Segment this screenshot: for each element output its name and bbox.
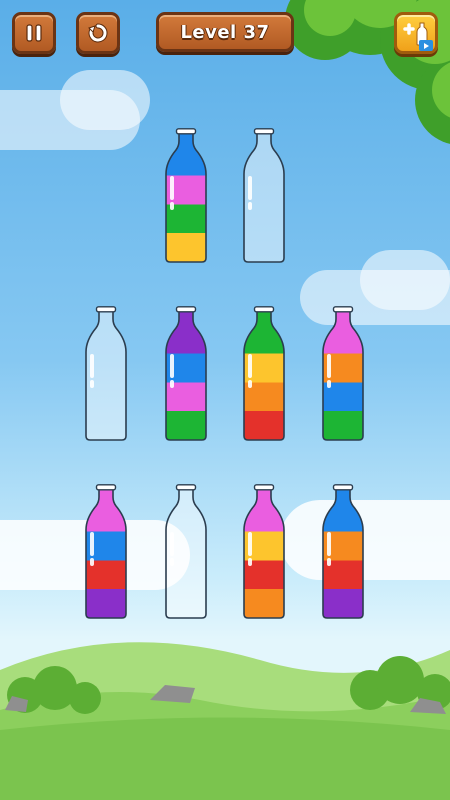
- liquid-layer-purple: [323, 588, 363, 618]
- liquid-layer-pink: [323, 308, 363, 354]
- liquid-layer-pink: [244, 486, 284, 532]
- liquid-layer-red: [244, 410, 284, 440]
- bottle-10[interactable]: [321, 484, 365, 620]
- liquid-layer-purple: [86, 588, 126, 618]
- liquid-layer-blue: [166, 130, 206, 176]
- bottle-6[interactable]: [321, 306, 365, 442]
- bottle-5[interactable]: [242, 306, 286, 442]
- bottle-1[interactable]: [164, 128, 208, 264]
- liquid-layer-green: [323, 410, 363, 440]
- bottle-7[interactable]: [84, 484, 128, 620]
- liquid-layer-purple: [166, 308, 206, 354]
- liquid-layer-yellow: [166, 232, 206, 262]
- bottle-4[interactable]: [164, 306, 208, 442]
- bottle-grid: [0, 0, 450, 800]
- bottle-2[interactable]: [242, 128, 286, 264]
- bottle-3[interactable]: [84, 306, 128, 442]
- bottle-8[interactable]: [164, 484, 208, 620]
- bottle-9[interactable]: [242, 484, 286, 620]
- liquid-layer-green: [166, 410, 206, 440]
- liquid-layer-orange: [244, 588, 284, 618]
- liquid-layer-green: [244, 308, 284, 354]
- liquid-layer-blue: [323, 486, 363, 532]
- liquid-layer-pink: [86, 486, 126, 532]
